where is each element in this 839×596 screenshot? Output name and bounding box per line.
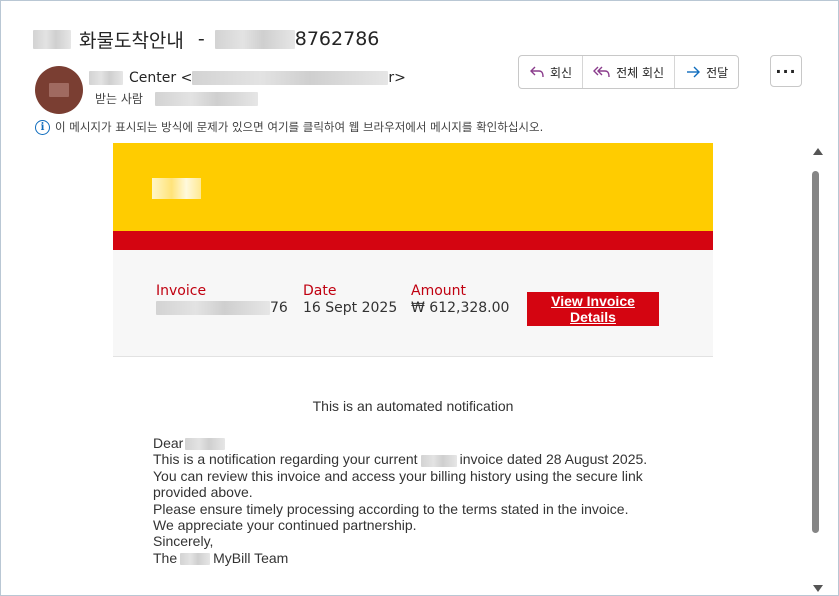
more-actions-button[interactable]: ··· <box>770 55 802 87</box>
redacted-text <box>154 91 258 106</box>
sender-email-end: r> <box>388 70 406 86</box>
signature-line: The MyBill Team <box>153 550 673 566</box>
body-line: You can review this invoice and access y… <box>153 467 643 484</box>
brand-stripe <box>113 231 713 250</box>
redacted-text <box>185 438 226 451</box>
subject-title: 화물도착안내 <box>79 29 184 52</box>
sender-name: Center < <box>129 70 193 86</box>
forward-label: 전달 <box>706 65 729 80</box>
vertical-scrollbar[interactable] <box>808 143 830 595</box>
email-letter: Dear This is a notification regarding yo… <box>153 435 673 566</box>
info-bar-text: 이 메시지가 표시되는 방식에 문제가 있으면 여기를 클릭하여 웹 브라우저에… <box>55 120 544 134</box>
body-line: This is a notification regarding your cu… <box>153 451 673 467</box>
reply-all-icon <box>593 66 610 78</box>
scroll-up-icon[interactable] <box>813 148 823 155</box>
redacted-text <box>156 301 270 315</box>
scroll-down-icon[interactable] <box>813 585 823 592</box>
date-column: Date 16 Sept 2025 <box>303 283 397 316</box>
redacted-text <box>420 454 457 467</box>
redacted-text <box>214 29 295 49</box>
forward-icon <box>687 66 701 78</box>
email-window: 화물도착안내 - 8762786 Center < r> 받는 사람 회신 전체… <box>0 0 839 596</box>
redacted-text <box>192 71 389 85</box>
reply-icon <box>530 66 544 78</box>
info-icon: i <box>35 119 50 135</box>
message-actions: 회신 전체 회신 전달 <box>518 55 740 89</box>
scroll-thumb[interactable] <box>812 171 819 533</box>
invoice-label: Invoice <box>156 283 207 299</box>
amount-column: Amount ₩ 612,328.00 <box>411 283 509 316</box>
closing-line: Sincerely, <box>153 533 214 550</box>
invoice-number: 76 <box>156 300 288 316</box>
view-invoice-details-link[interactable]: View Invoice Details <box>527 292 659 326</box>
automated-notice: This is an automated notification <box>312 398 514 414</box>
subject-separator: - <box>197 28 205 50</box>
redacted-text <box>180 553 211 566</box>
recipients-line[interactable]: 받는 사람 <box>95 90 258 107</box>
subject-number: 8762786 <box>294 28 380 50</box>
email-body: Invoice 76 Date 16 Sept 2025 Amount ₩ 61… <box>113 143 713 595</box>
brand-header <box>113 143 713 231</box>
email-subject: 화물도착안내 - 8762786 <box>33 26 379 52</box>
amount-value: ₩ 612,328.00 <box>411 300 510 316</box>
more-icon: ··· <box>775 61 797 81</box>
body-text: invoice dated 28 August 2025. <box>459 451 648 468</box>
avatar[interactable] <box>35 66 83 114</box>
redacted-text <box>89 71 123 85</box>
reply-label: 회신 <box>550 65 573 80</box>
greeting-line: Dear <box>153 435 673 451</box>
invoice-summary: Invoice 76 Date 16 Sept 2025 Amount ₩ 61… <box>113 250 713 357</box>
reply-all-button[interactable]: 전체 회신 <box>583 56 676 88</box>
date-value: 16 Sept 2025 <box>303 300 398 316</box>
redacted-text <box>33 29 71 49</box>
recipients-label: 받는 사람 <box>95 92 143 106</box>
invoice-column: Invoice 76 <box>156 283 288 316</box>
amount-label: Amount <box>411 283 467 299</box>
avatar-initials-redacted <box>49 83 69 97</box>
reply-all-label: 전체 회신 <box>616 65 665 80</box>
body-line: provided above. <box>153 484 253 501</box>
date-label: Date <box>303 283 337 299</box>
forward-button[interactable]: 전달 <box>675 56 738 88</box>
body-line: We appreciate your continued partnership… <box>153 517 417 534</box>
brand-logo-redacted <box>152 178 201 199</box>
info-bar[interactable]: i 이 메시지가 표시되는 방식에 문제가 있으면 여기를 클릭하여 웹 브라우… <box>35 119 543 135</box>
signature-text: MyBill Team <box>213 549 289 566</box>
greeting: Dear <box>153 435 184 451</box>
signature-text: The <box>153 549 178 566</box>
reply-button[interactable]: 회신 <box>519 56 584 88</box>
body-line: Please ensure timely processing accordin… <box>153 500 629 517</box>
invoice-number-end: 76 <box>270 300 288 316</box>
sender-line[interactable]: Center < r> <box>89 70 406 86</box>
body-text: This is a notification regarding your cu… <box>153 451 418 468</box>
